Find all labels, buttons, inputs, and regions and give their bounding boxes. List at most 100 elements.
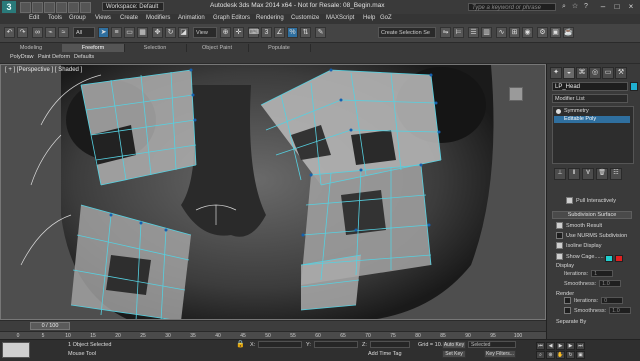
modify-tab-icon[interactable]: ◒ xyxy=(563,67,575,79)
play-icon[interactable]: ▶ xyxy=(556,342,565,350)
next-frame-icon[interactable]: ▶ xyxy=(566,342,575,350)
render-smoothness-spinner[interactable]: Smoothness: 1.0 xyxy=(564,307,632,315)
render-iterations-spinner[interactable]: Iterations: 0 xyxy=(564,297,624,305)
set-key-button[interactable]: Set Key xyxy=(442,350,466,358)
curve-editor-icon[interactable]: ∿ xyxy=(496,27,507,38)
maximize-button[interactable]: □ xyxy=(610,2,624,12)
show-end-result-icon[interactable]: Ⅱ xyxy=(568,168,580,180)
create-tab-icon[interactable]: ✦ xyxy=(550,67,562,79)
undo-icon[interactable] xyxy=(56,2,67,13)
workspace-dropdown[interactable]: Workspace: Default xyxy=(102,2,164,11)
zoom-all-icon[interactable]: ⊕ xyxy=(546,351,555,359)
selection-filter-dropdown[interactable]: All xyxy=(73,27,95,38)
keyboard-shortcut-icon[interactable]: ⌨ xyxy=(248,27,259,38)
smoothness-spinner[interactable]: Smoothness: 1.0 xyxy=(564,280,622,288)
select-move-icon[interactable]: ✥ xyxy=(152,27,163,38)
angle-snap-icon[interactable]: ∠ xyxy=(274,27,285,38)
help-icon[interactable]: ? xyxy=(582,3,590,11)
select-by-name-icon[interactable]: ≡ xyxy=(111,27,122,38)
tab-populate[interactable]: Populate xyxy=(248,44,311,52)
open-file-icon[interactable] xyxy=(32,2,43,13)
smoothness-value[interactable]: 1.0 xyxy=(599,280,622,288)
checkbox-box[interactable] xyxy=(556,222,563,230)
menu-tools[interactable]: Tools xyxy=(48,15,62,21)
graphite-toggle-icon[interactable]: ▥ xyxy=(481,27,492,38)
render-iterations-value[interactable]: 0 xyxy=(601,297,624,305)
x-coordinate-field[interactable] xyxy=(258,341,302,348)
redo-icon[interactable] xyxy=(68,2,79,13)
tab-freeform[interactable]: Freeform xyxy=(62,44,125,52)
modifier-list-dropdown[interactable]: Modifier List xyxy=(552,94,628,103)
menu-rendering[interactable]: Rendering xyxy=(256,15,284,21)
object-name-field[interactable]: LP_Head xyxy=(552,82,628,91)
menu-modifiers[interactable]: Modifiers xyxy=(146,15,170,21)
select-object-icon[interactable]: ➤ xyxy=(98,27,109,38)
motion-tab-icon[interactable]: ◎ xyxy=(589,67,601,79)
y-coordinate-field[interactable] xyxy=(314,341,358,348)
render-setup-icon[interactable]: ⚙ xyxy=(537,27,548,38)
menu-animation[interactable]: Animation xyxy=(178,15,205,21)
stack-item-symmetry[interactable]: Symmetry xyxy=(554,108,630,115)
checkbox-box[interactable] xyxy=(556,253,563,261)
window-crossing-icon[interactable]: ▦ xyxy=(137,27,148,38)
unlink-icon[interactable]: ⌁ xyxy=(45,27,56,38)
menu-customize[interactable]: Customize xyxy=(291,15,319,21)
tab-object-paint[interactable]: Object Paint xyxy=(186,44,249,52)
menu-goz[interactable]: GoZ xyxy=(380,15,392,21)
iterations-spinner[interactable]: Iterations: 1 xyxy=(564,270,614,278)
show-cage-checkbox[interactable]: Show Cage...... xyxy=(556,253,604,261)
hierarchy-tab-icon[interactable]: ⌘ xyxy=(576,67,588,79)
display-tab-icon[interactable]: ▭ xyxy=(602,67,614,79)
z-coordinate-field[interactable] xyxy=(370,341,410,348)
add-time-tag[interactable]: Add Time Tag xyxy=(368,351,402,357)
redo-icon[interactable]: ↷ xyxy=(17,27,28,38)
material-editor-icon[interactable]: ◉ xyxy=(522,27,533,38)
stack-item-editable-poly[interactable]: Editable Poly xyxy=(554,116,630,123)
render-production-icon[interactable]: ☕ xyxy=(563,27,574,38)
reference-coord-dropdown[interactable]: View xyxy=(193,27,217,38)
maximize-viewport-icon[interactable]: ▣ xyxy=(576,351,585,359)
app-logo[interactable]: 3 xyxy=(2,1,16,13)
percent-snap-icon[interactable]: % xyxy=(287,27,298,38)
rectangle-selection-icon[interactable]: ▭ xyxy=(124,27,135,38)
go-to-end-icon[interactable]: ⏭ xyxy=(576,342,585,350)
select-scale-icon[interactable]: ◪ xyxy=(178,27,189,38)
auto-key-button[interactable]: Auto Key xyxy=(442,341,466,349)
subtab-paint-deform[interactable]: Paint Deform xyxy=(38,54,70,60)
use-nurms-checkbox[interactable]: Use NURMS Subdivision xyxy=(556,232,627,240)
new-file-icon[interactable] xyxy=(20,2,31,13)
align-icon[interactable]: ⊨ xyxy=(453,27,464,38)
time-slider[interactable]: 0 / 100 xyxy=(30,322,70,330)
checkbox-box[interactable] xyxy=(566,197,573,205)
orbit-icon[interactable]: ↻ xyxy=(566,351,575,359)
render-smoothness-value[interactable]: 1.0 xyxy=(609,307,632,315)
checkbox-box[interactable] xyxy=(556,242,563,250)
tab-modeling[interactable]: Modeling xyxy=(0,44,63,52)
search-input[interactable]: Type a keyword or phrase xyxy=(468,3,556,11)
named-selection-dropdown[interactable]: Create Selection Se xyxy=(378,27,436,38)
mirror-icon[interactable]: ⇋ xyxy=(440,27,451,38)
select-manipulate-icon[interactable]: ✛ xyxy=(233,27,244,38)
subdivision-surface-rollout[interactable]: Subdivision Surface xyxy=(552,211,632,219)
save-file-icon[interactable] xyxy=(44,2,55,13)
isoline-display-checkbox[interactable]: Isoline Display xyxy=(556,242,601,250)
tab-selection[interactable]: Selection xyxy=(124,44,187,52)
remove-modifier-icon[interactable]: 🗑 xyxy=(596,168,608,180)
iterations-value[interactable]: 1 xyxy=(591,270,614,278)
lock-icon[interactable]: 🔒 xyxy=(236,341,245,349)
smooth-result-checkbox[interactable]: Smooth Result xyxy=(556,222,602,230)
star-icon[interactable]: ☆ xyxy=(571,3,579,11)
maxscript-listener[interactable] xyxy=(2,342,30,358)
render-smoothness-checkbox[interactable] xyxy=(564,307,571,315)
menu-create[interactable]: Create xyxy=(120,15,138,21)
menu-views[interactable]: Views xyxy=(95,15,111,21)
subtab-polydraw[interactable]: PolyDraw xyxy=(10,54,34,60)
pivot-center-icon[interactable]: ⊕ xyxy=(220,27,231,38)
menu-edit[interactable]: Edit xyxy=(29,15,39,21)
configure-sets-icon[interactable]: ☷ xyxy=(610,168,622,180)
zoom-icon[interactable]: ⌕ xyxy=(536,351,545,359)
edit-named-selection-icon[interactable]: ✎ xyxy=(315,27,326,38)
make-unique-icon[interactable]: ∀ xyxy=(582,168,594,180)
schematic-view-icon[interactable]: ⊞ xyxy=(509,27,520,38)
key-filter-dropdown[interactable]: Selected xyxy=(468,341,516,348)
